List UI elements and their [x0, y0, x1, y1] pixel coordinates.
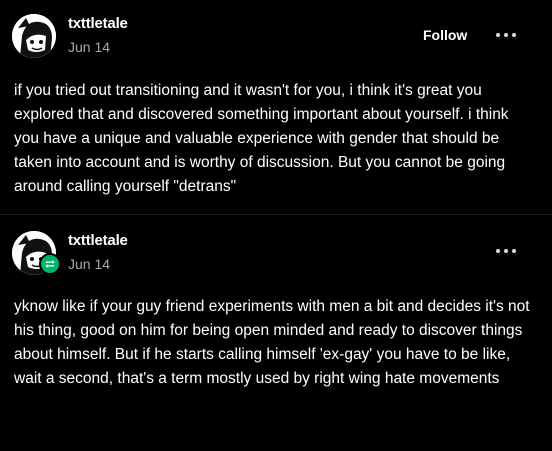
post-body: if you tried out transitioning and it wa…: [14, 82, 509, 195]
follow-button[interactable]: Follow: [423, 27, 467, 43]
username[interactable]: txttletale: [68, 15, 128, 32]
post-original: txttletale Jun 14 Follow if you tried ou…: [0, 0, 552, 215]
post-body: yknow like if your guy friend experiment…: [14, 298, 530, 387]
post-reblog: txttletale Jun 14 yknow like if your guy…: [0, 215, 552, 451]
username[interactable]: txttletale: [68, 232, 128, 249]
avatar[interactable]: [12, 14, 56, 58]
ellipsis-icon[interactable]: [496, 31, 516, 39]
post-date[interactable]: Jun 14: [68, 256, 110, 272]
reblog-icon: [39, 253, 61, 275]
ellipsis-icon[interactable]: [496, 247, 516, 255]
post-date[interactable]: Jun 14: [68, 39, 110, 55]
